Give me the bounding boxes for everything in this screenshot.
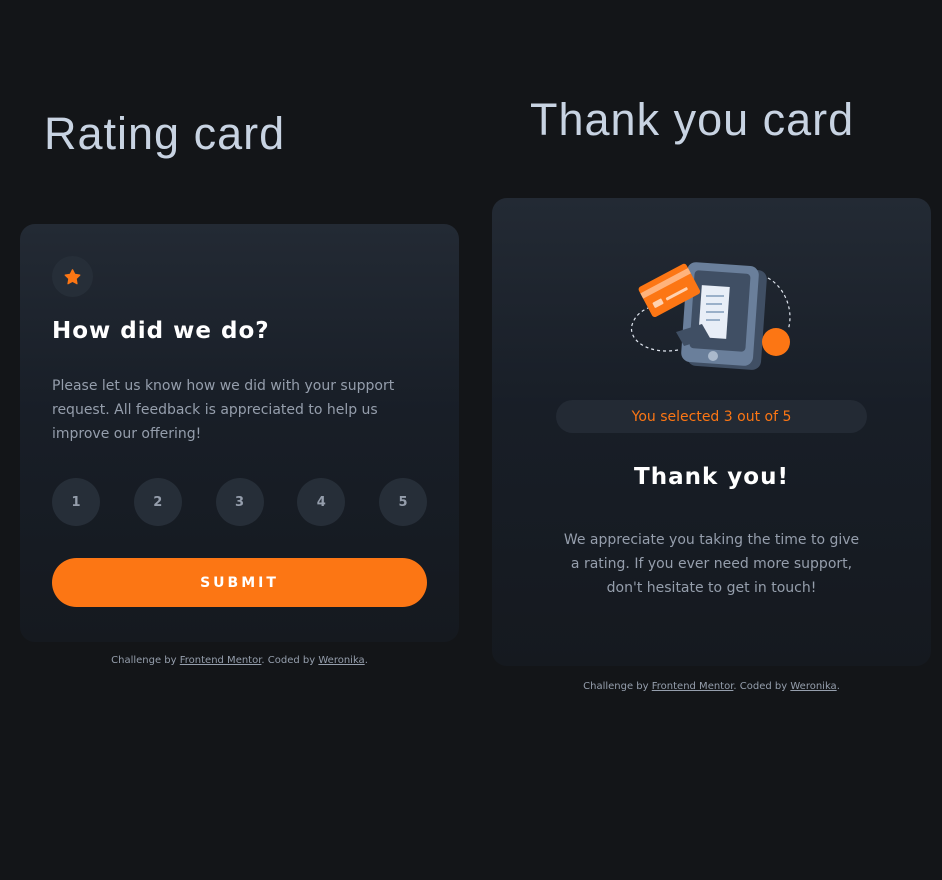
rating-button-4[interactable]: 4: [297, 478, 346, 526]
frontend-mentor-link[interactable]: Frontend Mentor: [652, 681, 734, 692]
rating-card-title: How did we do?: [52, 318, 270, 344]
author-link[interactable]: Weronika: [790, 681, 836, 692]
rating-card-description: Please let us know how we did with your …: [52, 378, 395, 442]
rating-button-2[interactable]: 2: [133, 478, 182, 526]
star-icon-circle: [52, 256, 93, 297]
frontend-mentor-link[interactable]: Frontend Mentor: [180, 655, 262, 666]
submit-button[interactable]: SUBMIT: [52, 558, 427, 607]
attribution-middle: . Coded by: [261, 655, 319, 666]
attribution-rating: Challenge by Frontend Mentor. Coded by W…: [20, 655, 459, 666]
rating-card: How did we do? Please let us know how we…: [20, 224, 459, 642]
thank-you-card: You selected 3 out of 5 Thank you! We ap…: [492, 198, 931, 666]
attribution-suffix: .: [364, 655, 368, 666]
thank-you-description: We appreciate you taking the time to giv…: [563, 532, 860, 596]
rating-button-1[interactable]: 1: [52, 478, 100, 526]
payment-phone-illustration: [630, 262, 791, 370]
rating-card-heading: Rating card: [44, 108, 286, 159]
thank-you-card-heading: Thank you card: [530, 94, 855, 145]
author-link[interactable]: Weronika: [318, 655, 364, 666]
rating-button-5[interactable]: 5: [379, 478, 427, 526]
rating-button-3[interactable]: 3: [215, 478, 264, 526]
attribution-thanks: Challenge by Frontend Mentor. Coded by W…: [492, 681, 931, 692]
star-icon: [64, 268, 81, 284]
rating-options: 1 2 3 4 5: [52, 478, 427, 526]
thank-you-title: Thank you!: [634, 464, 789, 490]
attribution-prefix: Challenge by: [111, 655, 180, 666]
attribution-suffix: .: [836, 681, 840, 692]
attribution-middle: . Coded by: [733, 681, 791, 692]
selected-rating-badge: You selected 3 out of 5: [556, 400, 867, 433]
attribution-prefix: Challenge by: [583, 681, 652, 692]
